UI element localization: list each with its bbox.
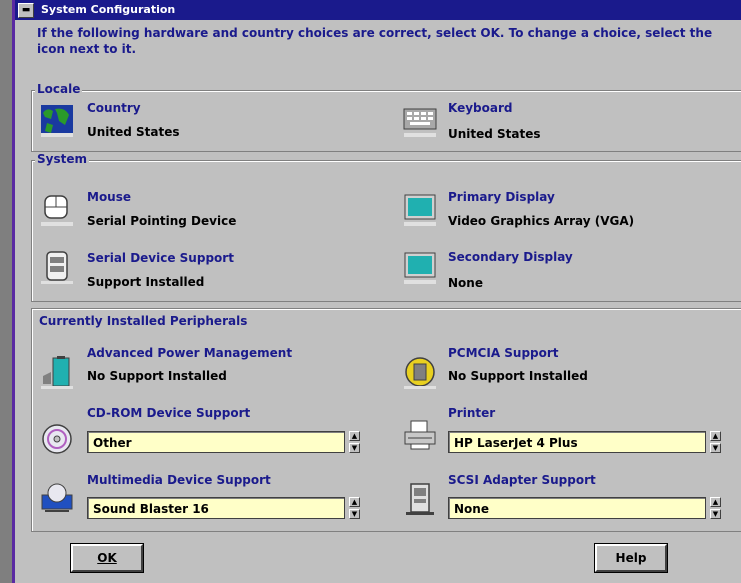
title-bar[interactable]: ▬ System Configuration [15, 0, 741, 20]
keyboard-label[interactable]: Keyboard [448, 101, 513, 115]
country-label[interactable]: Country [87, 101, 141, 115]
mouse-label[interactable]: Mouse [87, 190, 131, 204]
instructions-text: If the following hardware and country ch… [37, 26, 713, 56]
multimedia-icon[interactable] [39, 481, 75, 517]
spin-up-icon[interactable]: ▲ [710, 497, 721, 507]
globe-icon[interactable] [39, 103, 75, 139]
locale-group-label: Locale [35, 82, 83, 96]
scsi-label[interactable]: SCSI Adapter Support [448, 473, 596, 487]
cdrom-spin-buttons[interactable]: ▲ ▼ [349, 431, 360, 453]
keyboard-value: United States [448, 127, 541, 141]
apm-label[interactable]: Advanced Power Management [87, 346, 292, 360]
spin-down-icon[interactable]: ▼ [710, 443, 721, 453]
spin-up-icon[interactable]: ▲ [349, 497, 360, 507]
secondary-display-icon[interactable] [402, 250, 438, 286]
cdrom-dropdown[interactable]: Other [87, 431, 345, 453]
printer-spin-buttons[interactable]: ▲ ▼ [710, 431, 721, 453]
scsi-dropdown[interactable]: None [448, 497, 706, 519]
primary-display-label[interactable]: Primary Display [448, 190, 555, 204]
pcmcia-label[interactable]: PCMCIA Support [448, 346, 559, 360]
power-management-icon[interactable] [39, 354, 75, 390]
system-group-label: System [35, 152, 89, 166]
printer-selected: HP LaserJet 4 Plus [454, 436, 578, 450]
multimedia-label[interactable]: Multimedia Device Support [87, 473, 271, 487]
peripherals-group-label: Currently Installed Peripherals [37, 314, 250, 328]
primary-display-value: Video Graphics Array (VGA) [448, 214, 635, 228]
scsi-spin-buttons[interactable]: ▲ ▼ [710, 497, 721, 519]
scsi-adapter-icon[interactable] [402, 481, 438, 517]
spin-down-icon[interactable]: ▼ [349, 443, 360, 453]
scsi-selected: None [454, 502, 489, 516]
spin-up-icon[interactable]: ▲ [349, 431, 360, 441]
cd-rom-icon[interactable] [39, 421, 75, 457]
cdrom-label[interactable]: CD-ROM Device Support [87, 406, 250, 420]
locale-group [31, 90, 741, 152]
printer-icon[interactable] [402, 417, 438, 453]
cdrom-selected: Other [93, 436, 132, 450]
system-configuration-window: ▬ System Configuration If the following … [12, 0, 741, 583]
pcmcia-card-icon[interactable] [402, 354, 438, 390]
spin-up-icon[interactable]: ▲ [710, 431, 721, 441]
spin-down-icon[interactable]: ▼ [710, 509, 721, 519]
ok-button[interactable]: OK [70, 543, 144, 573]
secondary-display-value: None [448, 276, 483, 290]
serial-device-value: Support Installed [87, 275, 205, 289]
serial-device-label[interactable]: Serial Device Support [87, 251, 234, 265]
mouse-value: Serial Pointing Device [87, 214, 237, 228]
keyboard-icon[interactable] [402, 103, 438, 139]
primary-display-icon[interactable] [402, 192, 438, 228]
help-button[interactable]: Help [594, 543, 668, 573]
serial-port-icon[interactable] [39, 249, 75, 285]
printer-label[interactable]: Printer [448, 406, 495, 420]
secondary-display-label[interactable]: Secondary Display [448, 250, 573, 264]
apm-value: No Support Installed [87, 369, 227, 383]
multimedia-selected: Sound Blaster 16 [93, 502, 209, 516]
multimedia-spin-buttons[interactable]: ▲ ▼ [349, 497, 360, 519]
spin-down-icon[interactable]: ▼ [349, 509, 360, 519]
mouse-icon[interactable] [39, 192, 75, 228]
system-menu-icon[interactable]: ▬ [18, 3, 34, 18]
country-value: United States [87, 125, 180, 139]
multimedia-dropdown[interactable]: Sound Blaster 16 [87, 497, 345, 519]
window-title: System Configuration [41, 3, 176, 16]
printer-dropdown[interactable]: HP LaserJet 4 Plus [448, 431, 706, 453]
pcmcia-value: No Support Installed [448, 369, 588, 383]
